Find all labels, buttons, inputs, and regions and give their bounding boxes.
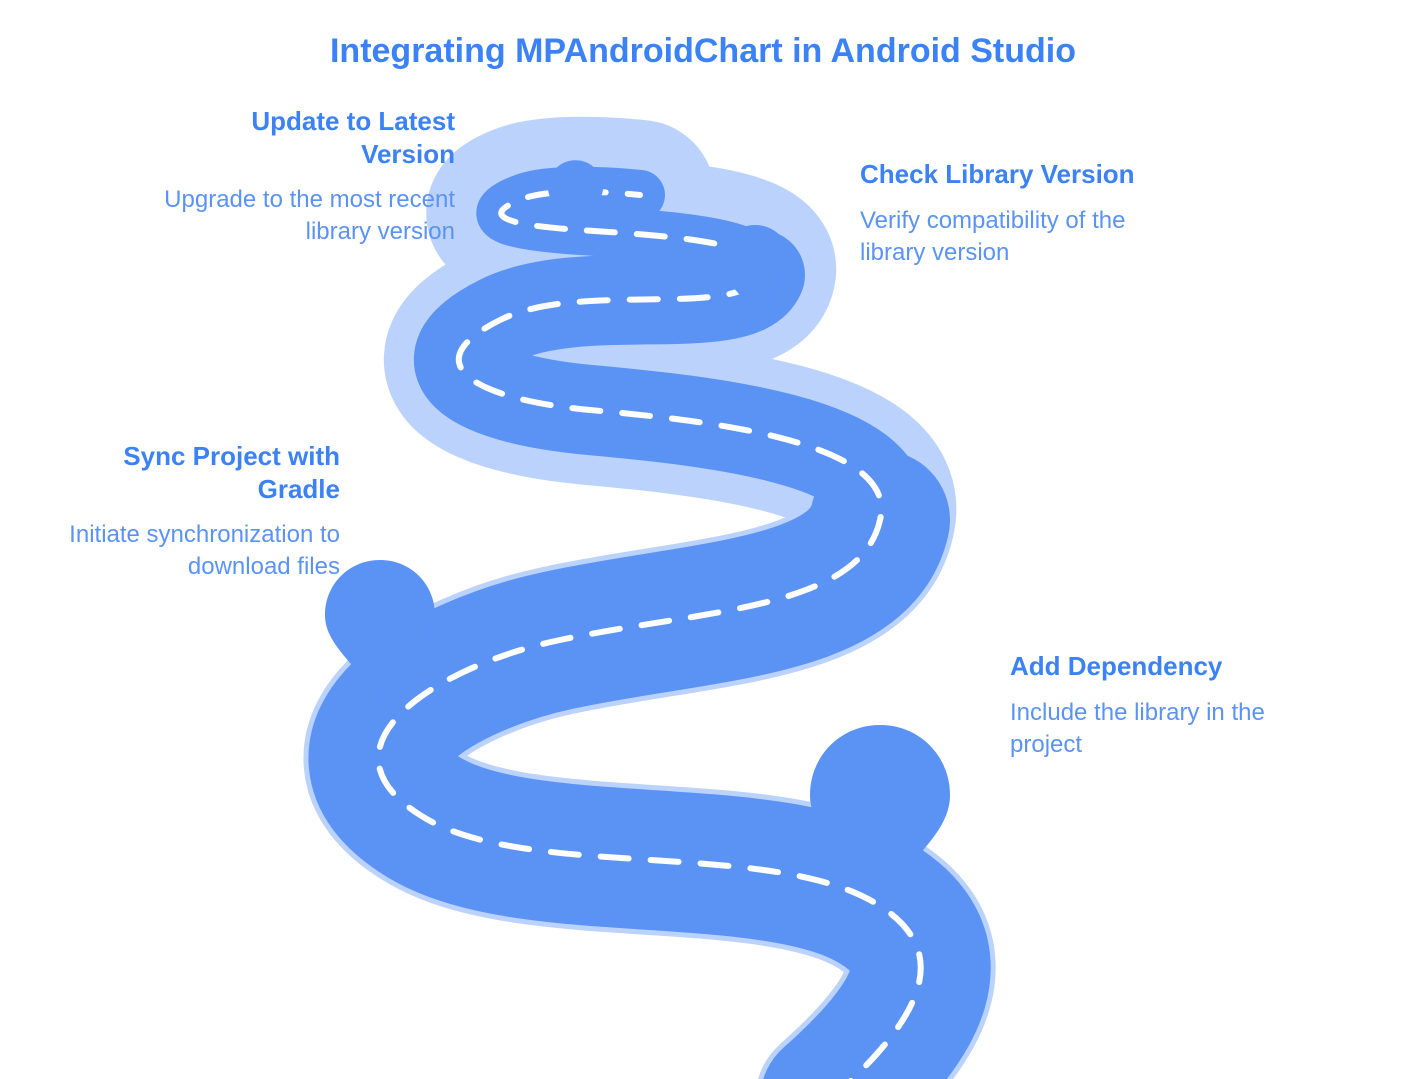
road-centerline <box>378 192 920 1079</box>
step-update-latest: Update to Latest Version Upgrade to the … <box>155 105 455 249</box>
diagram-title: Integrating MPAndroidChart in Android St… <box>0 32 1406 71</box>
step-description: Verify compatibility of the library vers… <box>860 205 1160 270</box>
map-pin-icon <box>325 560 435 703</box>
step-title: Update to Latest Version <box>155 105 455 170</box>
step-title: Check Library Version <box>860 158 1160 191</box>
step-description: Include the library in the project <box>1010 697 1310 762</box>
map-pin-icon <box>548 160 603 232</box>
road-surface-top <box>501 192 761 275</box>
road-edge <box>378 192 920 1079</box>
step-add-dependency: Add Dependency Include the library in th… <box>1010 650 1310 761</box>
step-title: Add Dependency <box>1010 650 1310 683</box>
step-check-version: Check Library Version Verify compatibili… <box>860 158 1160 269</box>
step-description: Upgrade to the most recent library versi… <box>155 184 455 249</box>
step-description: Initiate synchronization to download fil… <box>65 519 340 584</box>
road-surface-lower <box>378 520 920 1079</box>
road-surface-mid <box>459 275 882 520</box>
step-title: Sync Project with Gradle <box>65 440 340 505</box>
step-sync-project: Sync Project with Gradle Initiate synchr… <box>65 440 340 584</box>
diagram-canvas: Integrating MPAndroidChart in Android St… <box>0 0 1406 1079</box>
map-pin-icon <box>720 225 790 316</box>
map-pin-icon <box>810 725 950 907</box>
